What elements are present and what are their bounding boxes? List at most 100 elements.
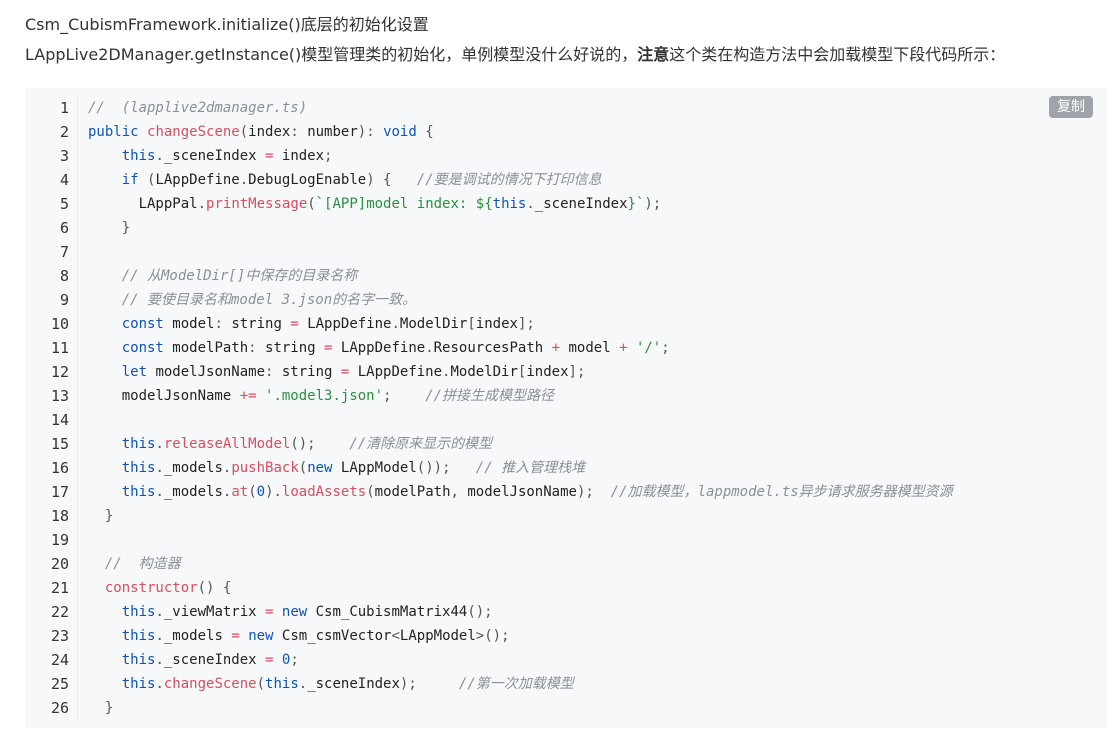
code-text: constructor() {: [88, 576, 231, 600]
code-token: ResourcesPath: [433, 340, 544, 356]
code-token: string: [265, 340, 316, 356]
code-token: constructor: [104, 580, 198, 596]
line-number: 6: [59, 219, 69, 237]
code-token: // (lapplive2dmanager.ts): [88, 100, 308, 116]
code-line: 21 constructor() {: [25, 576, 231, 600]
code-line: 11 const modelPath: string = LAppDefine.…: [25, 336, 670, 360]
code-text: // 要使目录名和model 3.json的名字一致。: [88, 288, 416, 312]
code-token: +=: [231, 388, 266, 404]
code-token: :: [214, 316, 232, 332]
code-token: loadAssets: [281, 484, 367, 500]
line-number: 10: [50, 315, 69, 333]
code-token: model: [172, 316, 215, 332]
line-number: 19: [50, 531, 69, 549]
line-number: 9: [59, 291, 69, 309]
code-token: this: [492, 196, 527, 212]
code-token: ModelDir: [450, 364, 518, 380]
code-token: let: [121, 364, 156, 380]
paragraph-manager: LAppLive2DManager.getInstance()模型管理类的初始化…: [25, 44, 1005, 66]
code-line: 7: [25, 240, 69, 264]
code-token: :: [265, 364, 282, 380]
code-token: LAppDefine: [155, 172, 240, 188]
gutter-divider: [77, 96, 78, 720]
code-token: .: [155, 460, 164, 476]
code-line: 17 this._models.at(0).loadAssets(modelPa…: [25, 480, 953, 504]
code-token: index: [281, 148, 325, 164]
copy-button[interactable]: 复制: [1049, 96, 1093, 118]
code-token: ):: [357, 124, 384, 140]
line-number: 1: [59, 99, 69, 117]
code-token: LAppModel: [340, 460, 417, 476]
code-token: .: [155, 652, 164, 668]
code-token: =: [222, 628, 249, 644]
code-token: // 要使目录名和model 3.json的名字一致。: [121, 292, 417, 308]
line-number: 18: [50, 507, 69, 525]
code-token: (: [248, 484, 257, 500]
code-token: <: [391, 628, 400, 644]
code-token: }: [88, 700, 114, 716]
code-text: const model: string = LAppDefine.ModelDi…: [88, 312, 535, 336]
code-token: changeScene: [163, 676, 257, 692]
code-token: =: [256, 652, 282, 668]
code-token: if: [121, 172, 139, 188]
code-text: // 从ModelDir[]中保存的目录名称: [88, 264, 358, 288]
line-number: 2: [59, 123, 69, 141]
code-token: :: [248, 340, 266, 356]
code-token: _sceneIndex: [534, 196, 628, 212]
code-token: 0: [256, 484, 266, 500]
code-text: this._sceneIndex = 0;: [88, 648, 299, 672]
paragraph-initialize: Csm_CubismFramework.initialize()底层的初始化设置: [25, 14, 429, 36]
code-text: if (LAppDefine.DebugLogEnable) { //要是调试的…: [88, 168, 602, 192]
code-token: LAppPal: [138, 196, 198, 212]
code-token: );: [399, 676, 459, 692]
code-token: changeScene: [147, 124, 240, 140]
code-line: 20 // 构造器: [25, 552, 181, 576]
code-token: LAppModel: [399, 628, 476, 644]
code-token: ());: [416, 460, 476, 476]
code-line: 15 this.releaseAllModel(); //清除原来显示的模型: [25, 432, 492, 456]
code-text: let modelJsonName: string = LAppDefine.M…: [88, 360, 586, 384]
code-token: (: [256, 676, 266, 692]
code-token: this: [121, 604, 156, 620]
line-number: 23: [50, 627, 69, 645]
code-token: Csm_csmVector: [281, 628, 392, 644]
code-token: pushBack: [231, 460, 299, 476]
code-token: // 构造器: [104, 556, 181, 572]
code-token: (: [366, 484, 375, 500]
code-token: .: [197, 196, 207, 212]
code-line: 23 this._models = new Csm_csmVector<LApp…: [25, 624, 510, 648]
code-token: ) {: [366, 172, 417, 188]
line-number: 8: [59, 267, 69, 285]
line-number: 21: [50, 579, 69, 597]
code-line: 22 this._viewMatrix = new Csm_CubismMatr…: [25, 600, 493, 624]
code-token: _sceneIndex: [163, 652, 257, 668]
code-line: 2 public changeScene(index: number): void…: [25, 120, 434, 144]
code-text: this._models.pushBack(new LAppModel()); …: [88, 456, 585, 480]
code-token: .: [155, 628, 164, 644]
code-line: 10 const model: string = LAppDefine.Mode…: [25, 312, 535, 336]
line-number: 25: [50, 675, 69, 693]
code-line: 5 LAppPal.printMessage(`[APP]model index…: [25, 192, 661, 216]
code-token: this: [265, 676, 299, 692]
code-token: ();: [467, 604, 493, 620]
code-token: .: [155, 604, 164, 620]
code-line: 12 let modelJsonName: string = LAppDefin…: [25, 360, 585, 384]
code-token: .: [391, 316, 400, 332]
code-token: new: [307, 460, 341, 476]
code-text: this.changeScene(this._sceneIndex); //第一…: [88, 672, 574, 696]
code-token: :: [290, 124, 308, 140]
code-token: public: [88, 124, 148, 140]
code-token: number: [307, 124, 358, 140]
code-token: index: [475, 316, 518, 332]
code-text: this._sceneIndex = index;: [88, 144, 333, 168]
code-token: >();: [475, 628, 510, 644]
code-line: 26 }: [25, 696, 113, 720]
paragraph-initialize-text: Csm_CubismFramework.initialize()底层的初始化设置: [25, 15, 429, 34]
